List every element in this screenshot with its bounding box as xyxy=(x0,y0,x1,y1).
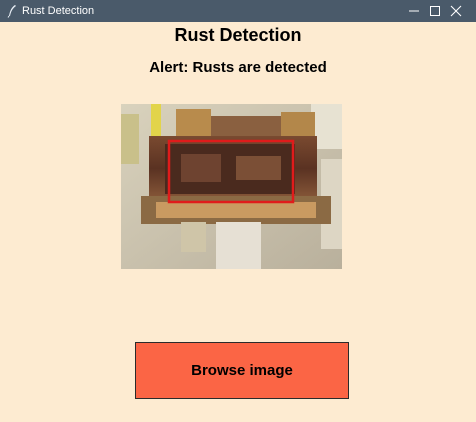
browse-image-button[interactable]: Browse image xyxy=(135,342,349,399)
close-button[interactable] xyxy=(436,0,476,22)
main-content: Rust Detection Alert: Rusts are detected xyxy=(0,22,476,422)
close-icon xyxy=(450,5,462,17)
page-title: Rust Detection xyxy=(174,25,302,45)
title-bar[interactable]: Rust Detection xyxy=(0,0,476,22)
rust-image xyxy=(121,104,342,269)
app-window: Rust Detection Rust Detection Alert: Rus… xyxy=(0,0,476,422)
rust-photo xyxy=(121,104,342,269)
feather-icon xyxy=(6,4,18,18)
window-title: Rust Detection xyxy=(22,5,95,17)
alert-message: Alert: Rusts are detected xyxy=(149,59,327,76)
